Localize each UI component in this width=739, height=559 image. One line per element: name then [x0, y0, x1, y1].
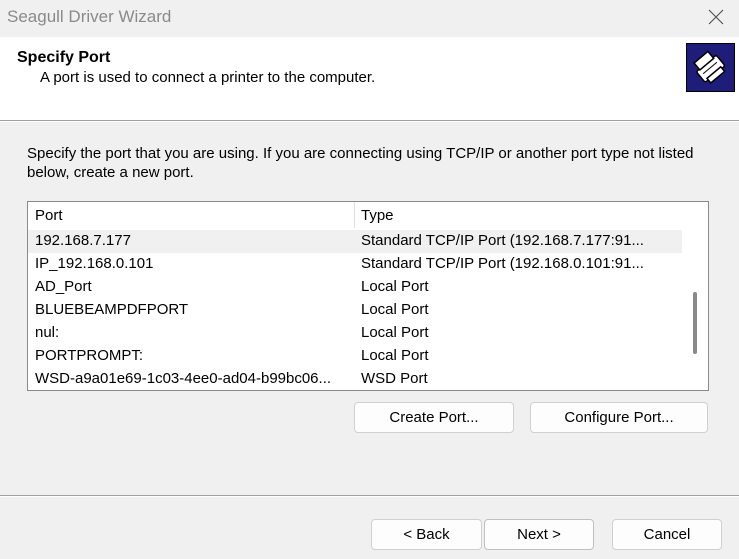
column-divider[interactable]	[354, 202, 355, 228]
scrollbar-thumb[interactable]	[693, 292, 697, 354]
type-cell: Local Port	[361, 324, 429, 341]
close-icon	[708, 9, 724, 24]
table-row[interactable]: WSD-a9a01e69-1c03-4ee0-ad04-b99bc06... W…	[28, 368, 682, 390]
back-button[interactable]: < Back	[371, 519, 482, 550]
type-cell: Standard TCP/IP Port (192.168.0.101:91..…	[361, 255, 644, 272]
footer-divider	[0, 495, 739, 497]
type-cell: Local Port	[361, 347, 429, 364]
port-cell: BLUEBEAMPDFPORT	[35, 301, 189, 318]
port-cell: 192.168.7.177	[35, 232, 131, 249]
vertical-scrollbar[interactable]	[682, 202, 708, 390]
table-row[interactable]: nul: Local Port	[28, 322, 682, 345]
type-cell: WSD Port	[361, 370, 428, 387]
table-row[interactable]: PORTPROMPT: Local Port	[28, 345, 682, 368]
page-title: Specify Port	[17, 49, 111, 66]
wizard-header: Specify Port A port is used to connect a…	[0, 37, 739, 120]
port-cell: AD_Port	[35, 278, 92, 295]
close-button[interactable]	[693, 0, 739, 33]
column-header-port[interactable]: Port	[35, 207, 63, 224]
port-cell: IP_192.168.0.101	[35, 255, 154, 272]
port-cell: PORTPROMPT:	[35, 347, 144, 364]
page-subtitle: A port is used to connect a printer to t…	[40, 69, 376, 86]
port-list[interactable]: Port Type 192.168.7.177 Standard TCP/IP …	[27, 201, 709, 391]
cancel-button[interactable]: Cancel	[612, 519, 722, 550]
header-divider	[0, 120, 739, 122]
port-cell: nul:	[35, 324, 60, 341]
port-list-header: Port Type	[28, 202, 682, 228]
create-port-button[interactable]: Create Port...	[354, 402, 514, 433]
type-cell: Standard TCP/IP Port (192.168.7.177:91..…	[361, 232, 644, 249]
window-title: Seagull Driver Wizard	[7, 7, 172, 26]
table-row[interactable]: IP_192.168.0.101 Standard TCP/IP Port (1…	[28, 253, 682, 276]
title-bar: Seagull Driver Wizard	[0, 0, 739, 37]
type-cell: Local Port	[361, 278, 429, 295]
type-cell: Local Port	[361, 301, 429, 318]
next-button[interactable]: Next >	[484, 519, 594, 550]
column-header-type[interactable]: Type	[361, 207, 394, 224]
table-row[interactable]: BLUEBEAMPDFPORT Local Port	[28, 299, 682, 322]
table-row[interactable]: 192.168.7.177 Standard TCP/IP Port (192.…	[28, 230, 682, 253]
configure-port-button[interactable]: Configure Port...	[530, 402, 708, 433]
printer-wizard-icon	[686, 43, 735, 92]
table-row[interactable]: AD_Port Local Port	[28, 276, 682, 299]
port-cell: WSD-a9a01e69-1c03-4ee0-ad04-b99bc06...	[35, 370, 332, 387]
instructions-text: Specify the port that you are using. If …	[27, 145, 694, 181]
